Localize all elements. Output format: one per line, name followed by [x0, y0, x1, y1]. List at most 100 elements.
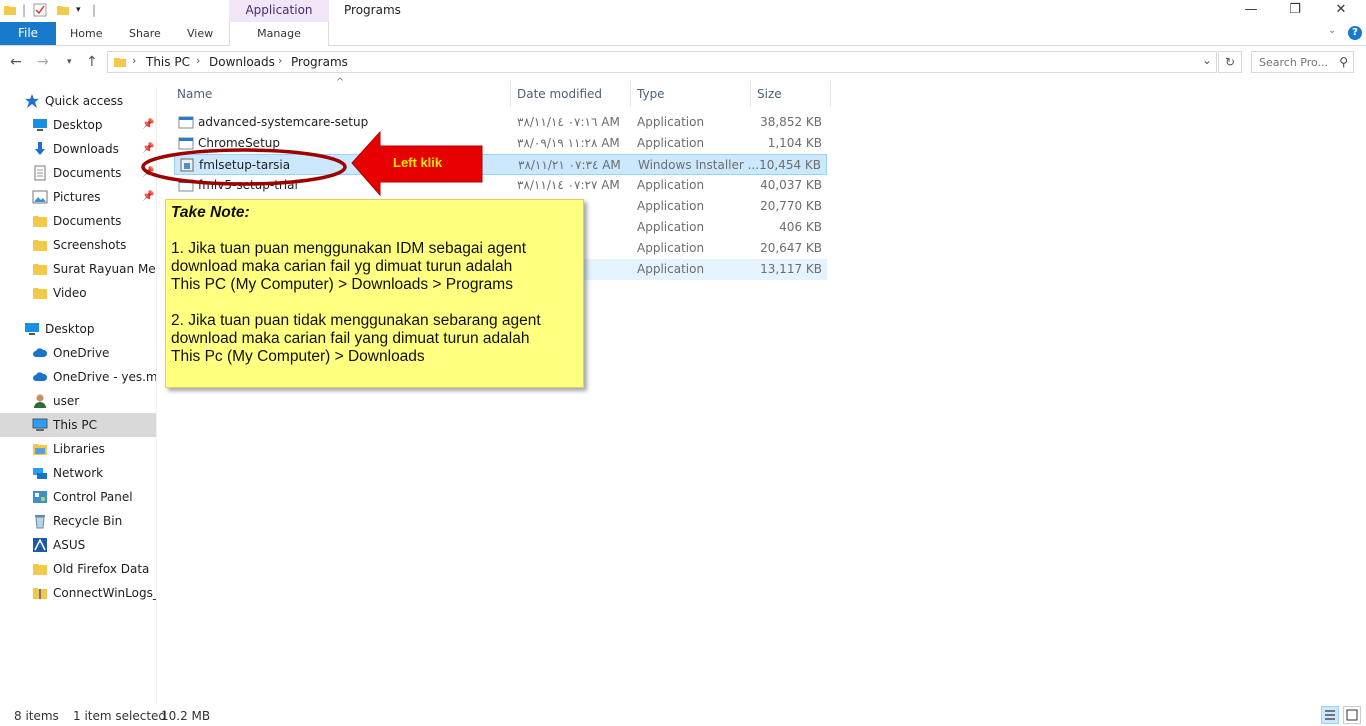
file-size: 20,647 KB — [760, 241, 822, 255]
home-tab[interactable]: Home — [70, 22, 102, 45]
expand-ribbon-chevron-icon[interactable]: ⌄ — [1328, 25, 1336, 36]
sidebar-item-desktop[interactable]: Desktop 📌 — [0, 113, 156, 137]
column-divider[interactable] — [830, 81, 831, 107]
file-type: Application — [637, 262, 705, 276]
file-tab[interactable]: File — [0, 22, 56, 45]
sidebar-item-pictures[interactable]: Pictures 📌 — [0, 185, 156, 209]
installer-icon — [179, 157, 195, 173]
sidebar-item-downloads[interactable]: Downloads 📌 — [0, 137, 156, 161]
properties-icon[interactable] — [33, 3, 47, 17]
breadcrumb-separator-icon[interactable]: › — [196, 54, 200, 67]
sidebar-item-control-panel[interactable]: Control Panel — [0, 485, 156, 509]
navigation-pane: Quick access Desktop 📌 Downloads 📌 Documents 📌… — [0, 87, 157, 705]
user-icon — [32, 393, 48, 409]
search-input[interactable] — [1252, 52, 1336, 72]
file-type: Application — [637, 115, 705, 129]
close-button[interactable]: ✕ — [1326, 2, 1356, 20]
refresh-icon: ↻ — [1224, 55, 1236, 69]
column-header-type[interactable]: Type — [637, 86, 665, 102]
pin-icon[interactable]: 📌 — [142, 113, 154, 137]
app-icon — [178, 177, 194, 193]
minimize-button[interactable]: — — [1236, 2, 1266, 20]
column-divider[interactable] — [510, 81, 511, 107]
sidebar-item-label: Desktop — [53, 118, 103, 132]
folder-icon — [32, 237, 48, 253]
file-date: ۳۸/۱۱/۲۱ ۰۷:۳٤ AM — [518, 158, 621, 172]
file-size: 40,037 KB — [760, 178, 822, 192]
sidebar-item-screenshots[interactable]: Screenshots — [0, 233, 156, 257]
file-row[interactable]: ChromeSetup ۳۸/۰۹/۱۹ ۱۱:۲۸ AM Application 1… — [174, 133, 827, 154]
sidebar-item-onedrive[interactable]: OneDrive — [0, 341, 156, 365]
new-folder-icon[interactable] — [56, 3, 70, 17]
file-row[interactable]: fmlv5-setup-trial ۳۸/۱۱/۱٤ ۰۷:۲۷ AM Applic… — [174, 175, 827, 196]
asus-icon — [32, 537, 48, 553]
sidebar-item-label: Quick access — [45, 94, 124, 108]
sidebar-item-asus[interactable]: ASUS — [0, 533, 156, 557]
folder-icon — [4, 6, 16, 15]
manage-tab[interactable]: Manage — [229, 22, 329, 46]
selection-size: 10.2 MB — [161, 709, 211, 723]
file-name: advanced-systemcare-setup — [198, 115, 369, 129]
window-title: Programs — [344, 3, 401, 17]
forward-arrow-icon[interactable]: → — [37, 54, 49, 70]
maximize-button[interactable]: ❐ — [1280, 2, 1310, 20]
view-tab[interactable]: View — [187, 22, 213, 45]
sidebar-item-this-pc[interactable]: This PC — [0, 413, 156, 437]
file-date: ۳۸/۰۹/۱۹ ۱۱:۲۸ AM — [517, 136, 620, 150]
desktop-icon — [24, 321, 40, 337]
sidebar-item-network[interactable]: Network — [0, 461, 156, 485]
breadcrumb-separator-icon[interactable]: › — [278, 54, 282, 67]
details-view-button[interactable] — [1321, 706, 1339, 724]
column-divider[interactable] — [750, 81, 751, 107]
sidebar-item-label: Pictures — [53, 190, 101, 204]
file-row[interactable]: fmlsetup-tarsia ۳۸/۱۱/۲۱ ۰۷:۳٤ AM Windows … — [174, 154, 827, 175]
search-icon[interactable]: ⚲ — [1339, 55, 1348, 69]
app-icon — [178, 114, 194, 130]
app-icon — [178, 135, 194, 151]
recent-locations-chevron-icon[interactable]: ▾ — [67, 57, 72, 67]
refresh-button[interactable]: ↻ — [1218, 51, 1242, 73]
column-header-size[interactable]: Size — [757, 86, 782, 102]
sidebar-item-video[interactable]: Video — [0, 281, 156, 305]
sidebar-item-quick-access[interactable]: Quick access — [0, 89, 156, 113]
share-tab[interactable]: Share — [129, 22, 161, 45]
sidebar-item-label: ASUS — [53, 538, 86, 552]
back-arrow-icon[interactable]: ← — [10, 54, 22, 70]
customize-chevron-icon[interactable]: ▾ — [76, 5, 81, 15]
sidebar-item-documents[interactable]: Documents 📌 — [0, 161, 156, 185]
breadcrumb-downloads[interactable]: Downloads — [209, 55, 275, 69]
file-row[interactable]: advanced-systemcare-setup ۳۸/۱۱/۱٤ ۰۷:۱٦ … — [174, 112, 827, 133]
desktop-icon — [32, 117, 48, 133]
address-bar[interactable]: › This PC › Downloads › Programs ⌄ — [107, 51, 1217, 73]
up-arrow-icon[interactable]: ↑ — [86, 54, 98, 70]
folder-icon — [32, 285, 48, 301]
sidebar-item-libraries[interactable]: Libraries — [0, 437, 156, 461]
sidebar-item-old-firefox-data[interactable]: Old Firefox Data — [0, 557, 156, 581]
column-header-name[interactable]: Name — [177, 86, 212, 102]
sidebar-item-connectwinlogs-16[interactable]: ConnectWinLogs_16 — [0, 581, 156, 605]
status-bar: 8 items 1 item selected 10.2 MB — [0, 706, 1366, 726]
sidebar-item-surat-rayuan-memo[interactable]: Surat Rayuan Memo — [0, 257, 156, 281]
note-line: download maka carian fail yg dimuat turu… — [171, 258, 513, 275]
column-divider[interactable] — [630, 81, 631, 107]
pin-icon[interactable]: 📌 — [142, 161, 154, 185]
breadcrumb-this-pc[interactable]: This PC — [146, 55, 190, 69]
column-header-date-modified[interactable]: Date modified — [517, 86, 602, 102]
sidebar-item-desktop[interactable]: Desktop — [0, 317, 156, 341]
pin-icon[interactable]: 📌 — [142, 185, 154, 209]
sidebar-item-onedrive-yes-my[interactable]: OneDrive - yes.my — [0, 365, 156, 389]
pin-icon[interactable]: 📌 — [142, 137, 154, 161]
breadcrumb-programs[interactable]: Programs — [291, 55, 348, 69]
large-icons-view-button[interactable] — [1343, 706, 1361, 724]
sidebar-item-recycle-bin[interactable]: Recycle Bin — [0, 509, 156, 533]
search-box[interactable]: ⚲ — [1251, 51, 1354, 73]
sidebar-item-user[interactable]: user — [0, 389, 156, 413]
file-size: 406 KB — [779, 220, 822, 234]
separator: | — [92, 3, 97, 17]
address-dropdown-chevron-icon[interactable]: ⌄ — [1202, 53, 1212, 67]
sidebar-item-documents[interactable]: Documents — [0, 209, 156, 233]
file-date: ۳۸/۱۱/۱٤ ۰۷:۲۷ AM — [517, 178, 620, 192]
sidebar-item-label: Desktop — [45, 322, 95, 336]
application-tools-tab[interactable]: Application Tools — [229, 0, 329, 37]
help-icon[interactable]: ? — [1348, 26, 1362, 40]
